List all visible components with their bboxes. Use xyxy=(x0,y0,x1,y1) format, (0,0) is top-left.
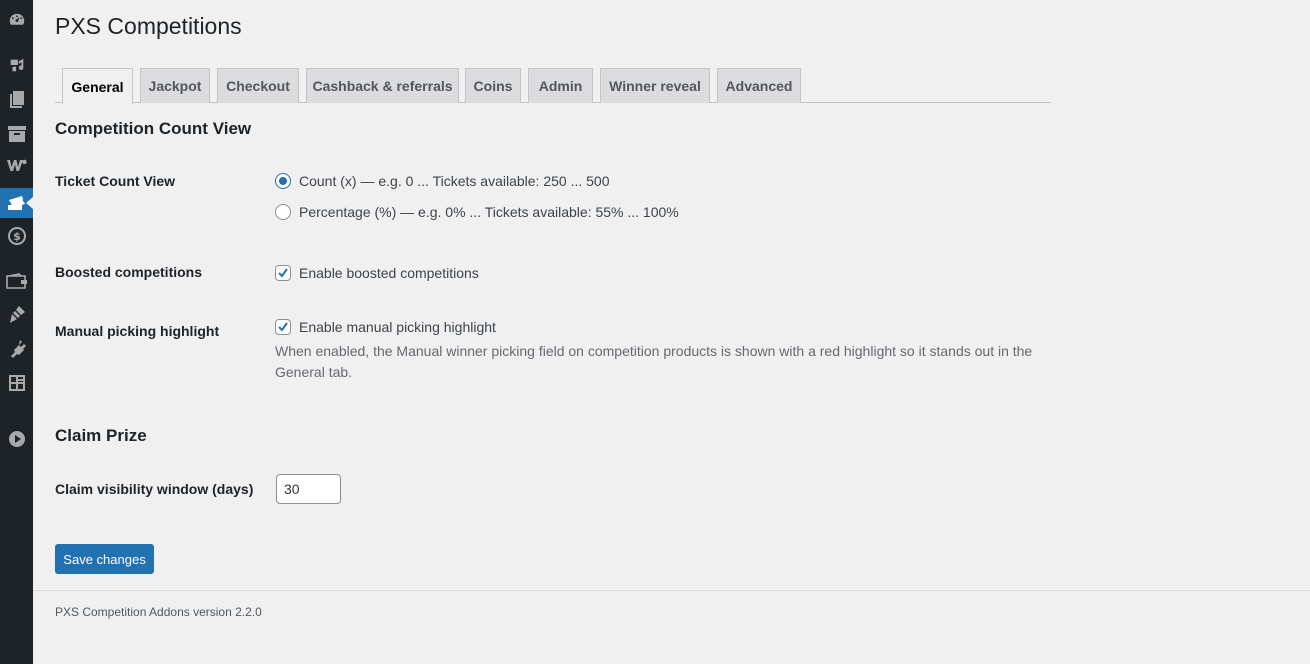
manual-picking-checkbox[interactable] xyxy=(275,319,291,335)
percentage-option[interactable]: Percentage (%) — e.g. 0% ... Tickets ava… xyxy=(275,204,679,220)
svg-text:$: $ xyxy=(13,230,21,243)
play-icon[interactable] xyxy=(0,424,33,454)
boosted-competitions-label: Boosted competitions xyxy=(55,264,203,280)
checkmark-icon xyxy=(278,322,288,332)
manual-picking-description: When enabled, the Manual winner picking … xyxy=(275,343,1033,380)
boosted-option[interactable]: Enable boosted competitions xyxy=(275,265,479,281)
percentage-option-label: Percentage (%) — e.g. 0% ... Tickets ava… xyxy=(299,204,679,220)
count-option-label: Count (x) — e.g. 0 ... Tickets available… xyxy=(299,173,610,189)
manual-picking-checkbox-label: Enable manual picking highlight xyxy=(299,319,496,335)
count-option[interactable]: Count (x) — e.g. 0 ... Tickets available… xyxy=(275,173,610,189)
dollar-icon[interactable]: $ xyxy=(0,221,33,251)
tab-jackpot[interactable]: Jackpot xyxy=(140,68,210,103)
manual-picking-highlight-label: Manual picking highlight xyxy=(55,323,220,339)
tab-advanced[interactable]: Advanced xyxy=(717,68,801,103)
page-title: PXS Competitions xyxy=(55,13,242,39)
tab-general[interactable]: General xyxy=(62,68,133,104)
woocommerce-icon[interactable] xyxy=(0,150,33,180)
save-changes-button[interactable]: Save changes xyxy=(55,544,154,574)
appearance-icon[interactable] xyxy=(0,299,33,329)
tab-checkout[interactable]: Checkout xyxy=(217,68,299,103)
pages-icon[interactable] xyxy=(0,85,33,115)
manual-picking-option[interactable]: Enable manual picking highlight xyxy=(275,319,496,335)
plugins-icon[interactable] xyxy=(0,334,33,364)
tickets-icon[interactable] xyxy=(0,188,33,218)
dashboard-icon[interactable] xyxy=(0,5,33,35)
archive-icon[interactable] xyxy=(0,119,33,149)
admin-sidebar: $ xyxy=(0,0,33,664)
main-content: PXS Competitions General Jackpot Checkou… xyxy=(33,0,1310,664)
tools-icon[interactable] xyxy=(0,368,33,398)
claim-visibility-label: Claim visibility window (days) xyxy=(55,481,254,497)
boosted-checkbox-label: Enable boosted competitions xyxy=(299,265,479,281)
tab-winner-reveal[interactable]: Winner reveal xyxy=(600,68,710,103)
version-text: PXS Competition Addons version 2.2.0 xyxy=(55,605,262,619)
competition-count-view-heading: Competition Count View xyxy=(55,119,252,138)
boosted-checkbox[interactable] xyxy=(275,265,291,281)
ticket-count-view-label: Ticket Count View xyxy=(55,173,176,189)
percentage-radio[interactable] xyxy=(275,204,291,220)
checkmark-icon xyxy=(278,268,288,278)
count-radio[interactable] xyxy=(275,173,291,189)
claim-visibility-input[interactable] xyxy=(276,474,341,504)
tab-cashback-referrals[interactable]: Cashback & referrals xyxy=(306,68,459,103)
tab-admin[interactable]: Admin xyxy=(528,68,593,103)
tab-coins[interactable]: Coins xyxy=(465,68,521,103)
claim-prize-heading: Claim Prize xyxy=(55,426,147,445)
media-icon[interactable] xyxy=(0,50,33,80)
wallet-icon[interactable] xyxy=(0,266,33,296)
footer-divider xyxy=(33,590,1310,591)
